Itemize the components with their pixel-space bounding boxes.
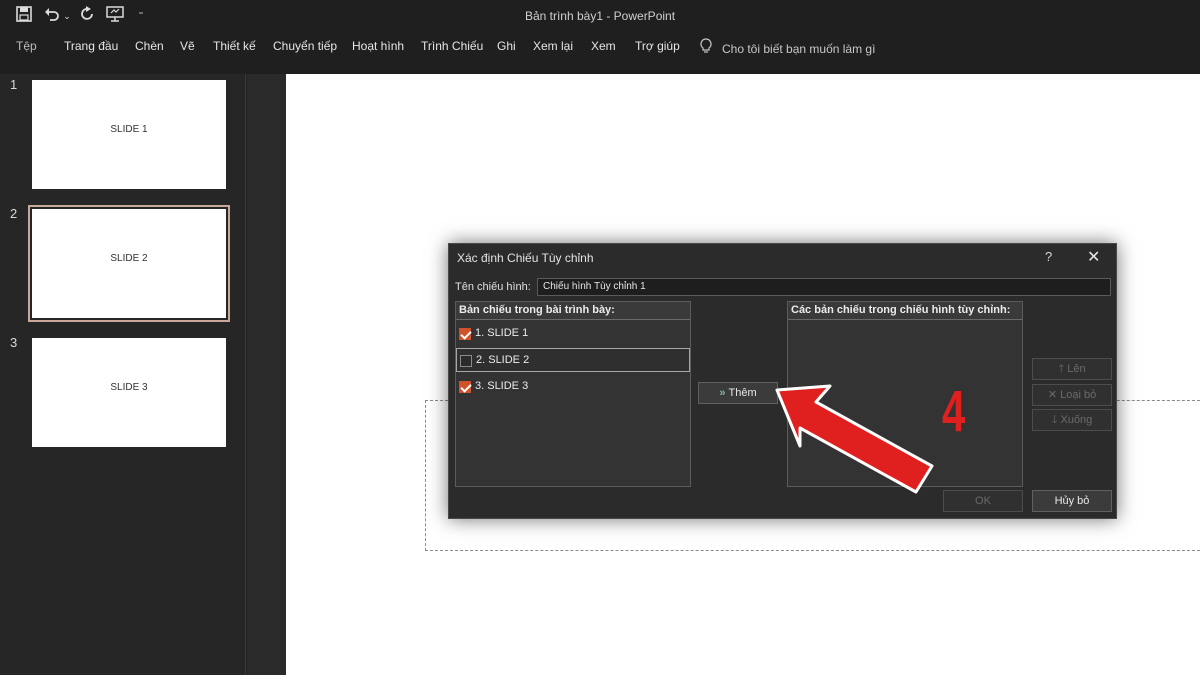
ribbon-tabs: Tệp Trang đầu Chèn Vẽ Thiết kế Chuyển ti… <box>0 34 1200 74</box>
move-up-label: Lên <box>1067 363 1086 375</box>
slide-thumbnails-pane: 1 SLIDE 1 2 SLIDE 2 3 SLIDE 3 <box>0 74 246 675</box>
help-button[interactable]: ? <box>1045 249 1052 264</box>
custom-show-slides-list[interactable]: Các bản chiếu trong chiếu hình tùy chỉnh… <box>787 301 1023 487</box>
thumbnail-number: 3 <box>10 335 18 350</box>
arrow-down-icon: 🡓 <box>1051 414 1058 426</box>
tell-me-text: Cho tôi biết bạn muốn làm gì <box>722 42 876 56</box>
close-icon[interactable]: ✕ <box>1087 247 1100 267</box>
tab-file[interactable]: Tệp <box>16 39 37 53</box>
tab-review[interactable]: Xem lại <box>533 39 573 53</box>
move-up-button[interactable]: 🡑 Lên <box>1032 358 1112 380</box>
show-name-label: Tên chiếu hình: <box>455 281 531 293</box>
move-down-button[interactable]: 🡓 Xuống <box>1032 409 1112 431</box>
lightbulb-icon <box>700 38 714 56</box>
list-item-slide-1[interactable]: 1. SLIDE 1 <box>456 322 690 346</box>
add-button-label: Thêm <box>728 387 757 399</box>
tab-insert[interactable]: Chèn <box>135 39 164 53</box>
thumbnail-text: SLIDE 1 <box>110 124 148 135</box>
checkbox-unchecked[interactable] <box>460 355 472 367</box>
thumbnail-number: 1 <box>10 77 18 92</box>
tab-help[interactable]: Trợ giúp <box>635 39 680 53</box>
x-icon: ✕ <box>1047 389 1058 401</box>
tab-transitions[interactable]: Chuyển tiếp <box>273 39 337 53</box>
tab-home[interactable]: Trang đầu <box>64 39 118 53</box>
tab-slideshow[interactable]: Trình Chiếu <box>421 39 483 53</box>
remove-button[interactable]: ✕ Loại bỏ <box>1032 384 1112 406</box>
list-item-label: 1. SLIDE 1 <box>475 327 529 339</box>
slide-thumbnail-2[interactable]: SLIDE 2 <box>28 205 230 322</box>
dialog-title: Xác định Chiếu Tùy chỉnh <box>457 251 594 265</box>
ok-button[interactable]: OK <box>943 490 1023 512</box>
cancel-button[interactable]: Hủy bỏ <box>1032 490 1112 512</box>
presentation-slides-list[interactable]: Bản chiếu trong bài trình bày: 1. SLIDE … <box>455 301 691 487</box>
title-bar: ⌄ ⁼ Bản trình bày1 - PowerPoint <box>0 0 1200 34</box>
tab-view[interactable]: Xem <box>591 39 616 53</box>
list-item-slide-3[interactable]: 3. SLIDE 3 <box>456 375 690 399</box>
presentation-slides-header: Bản chiếu trong bài trình bày: <box>456 302 690 320</box>
tab-record[interactable]: Ghi <box>497 39 516 53</box>
custom-show-dialog: Xác định Chiếu Tùy chỉnh ? ✕ Tên chiếu h… <box>448 243 1117 519</box>
list-item-slide-2[interactable]: 2. SLIDE 2 <box>456 348 690 372</box>
powerpoint-window: ⌄ ⁼ Bản trình bày1 - PowerPoint Tệp Tran… <box>0 0 1200 675</box>
show-name-input[interactable]: Chiếu hình Tùy chỉnh 1 <box>537 278 1111 296</box>
thumbnail-number: 2 <box>10 206 18 221</box>
list-item-label: 3. SLIDE 3 <box>475 380 529 392</box>
slide-thumbnail-1[interactable]: SLIDE 1 <box>32 80 226 189</box>
tab-design[interactable]: Thiết kế <box>213 39 256 53</box>
tell-me-search[interactable]: Cho tôi biết bạn muốn làm gì <box>700 38 875 56</box>
checkbox-checked[interactable] <box>459 381 471 393</box>
double-arrow-right-icon: » <box>719 387 726 399</box>
slide-thumbnail-3[interactable]: SLIDE 3 <box>32 338 226 447</box>
step-number: 4 <box>942 379 966 444</box>
move-down-label: Xuống <box>1060 414 1093 426</box>
tab-draw[interactable]: Vẽ <box>180 39 195 53</box>
arrow-up-icon: 🡑 <box>1058 363 1065 375</box>
remove-label: Loại bỏ <box>1060 389 1097 401</box>
list-item-label: 2. SLIDE 2 <box>476 354 530 366</box>
add-button[interactable]: » Thêm <box>698 382 778 404</box>
custom-show-slides-header: Các bản chiếu trong chiếu hình tùy chỉnh… <box>788 302 1022 320</box>
thumbnail-text: SLIDE 2 <box>110 253 148 264</box>
tab-animations[interactable]: Hoạt hình <box>352 39 404 53</box>
window-title: Bản trình bày1 - PowerPoint <box>524 9 676 23</box>
checkbox-checked[interactable] <box>459 328 471 340</box>
thumbnail-text: SLIDE 3 <box>110 382 148 393</box>
